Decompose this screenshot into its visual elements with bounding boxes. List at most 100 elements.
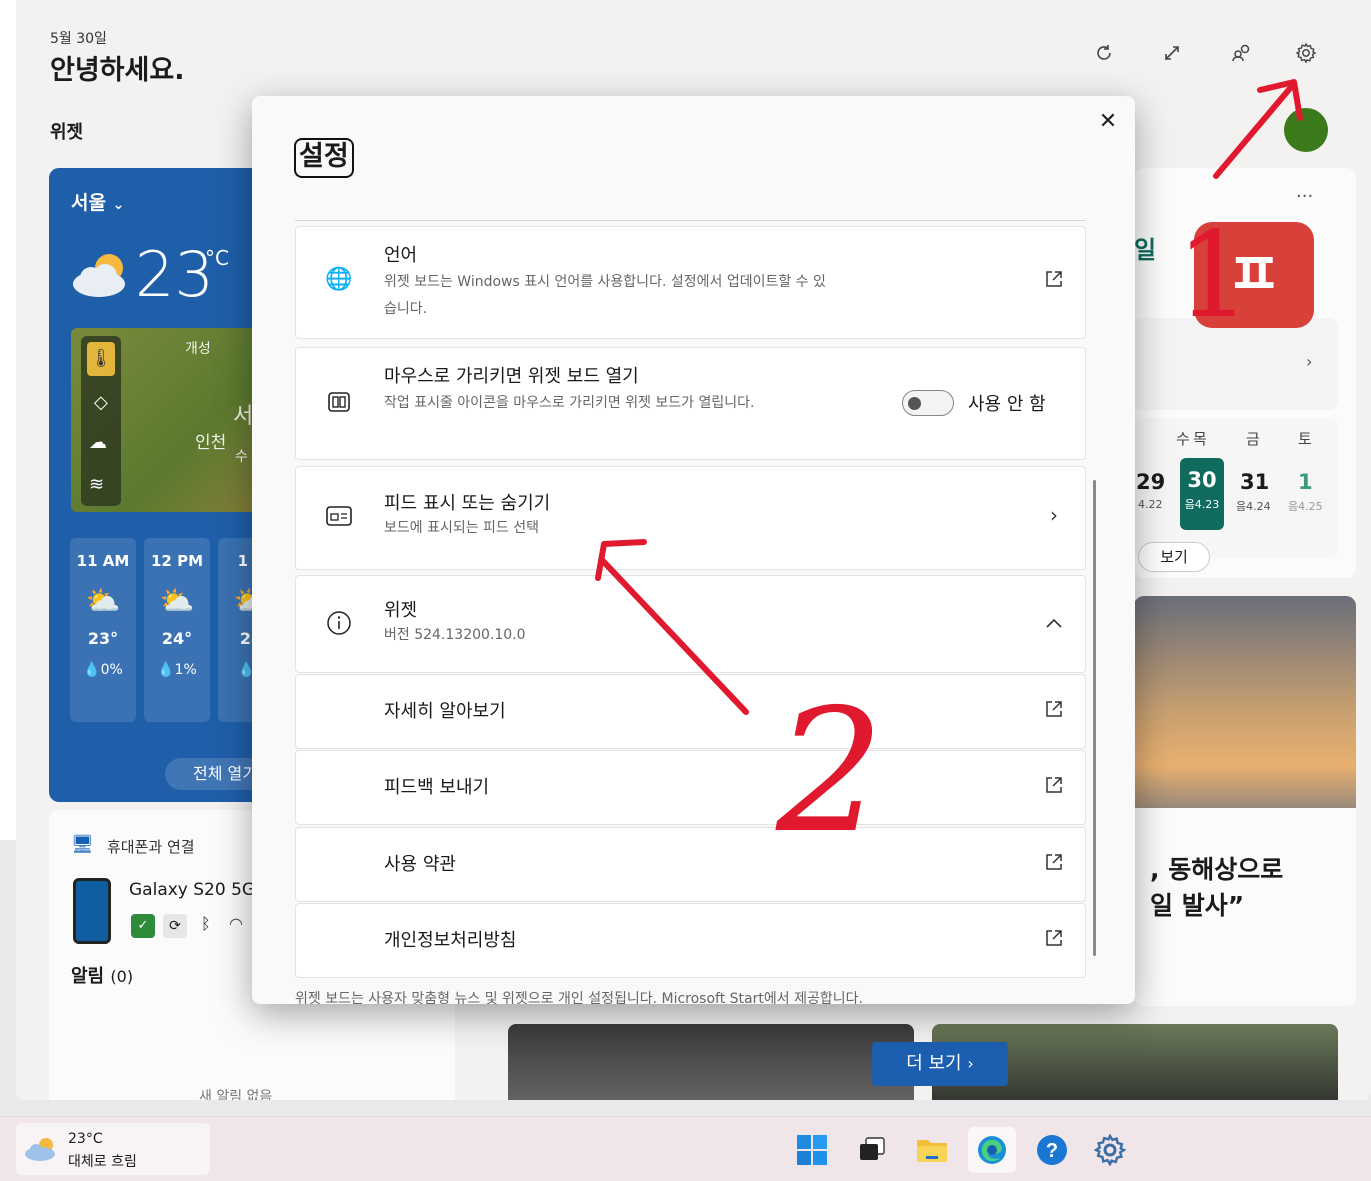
app-icon[interactable]: ㅍ (1194, 222, 1314, 328)
more-options-icon[interactable]: ··· (1296, 186, 1313, 207)
setting-title: 개인정보처리방침 (384, 930, 517, 951)
weather-unit: °C (205, 246, 229, 270)
map-label: 서 (233, 404, 254, 429)
refresh-icon[interactable] (1090, 42, 1118, 70)
board-date: 5월 30일 (50, 31, 107, 47)
hour-temp: 23° (87, 629, 119, 648)
close-icon[interactable]: ✕ (1094, 108, 1122, 136)
day-of-week: 수 (1176, 430, 1190, 448)
taskbar: 23°C 대체로 흐림 ? (0, 1116, 1371, 1181)
gear-icon[interactable] (1292, 42, 1320, 70)
wind-icon[interactable]: ≋ (89, 474, 104, 495)
cloudy-icon (69, 248, 131, 304)
terms-link[interactable]: 사용 약관 (295, 827, 1086, 902)
calendar-partial-title: 일 (1134, 236, 1157, 264)
send-feedback-link[interactable]: 피드백 보내기 (295, 750, 1086, 825)
avatar[interactable] (1284, 108, 1328, 152)
map-layer-panel: 🌡 ◇ ☁ ≋ (81, 336, 121, 506)
setting-title: 언어 (384, 245, 418, 266)
setting-desc: 위젯 보드는 Windows 표시 언어를 사용합니다. 설정에서 업데이트할 … (384, 274, 826, 317)
hour-time: 11 AM (76, 552, 130, 570)
open-external-icon[interactable] (1040, 775, 1068, 800)
chevron-up-icon[interactable] (1040, 610, 1068, 634)
hover-open-setting: 마우스로 가리키면 위젯 보드 열기 작업 표시줄 아이콘을 마우스로 가리키면… (295, 347, 1086, 460)
alerts-label: 알림 (0) (71, 966, 134, 987)
taskbar-weather[interactable]: 23°C 대체로 흐림 (16, 1123, 210, 1175)
open-external-icon[interactable] (1040, 852, 1068, 877)
version-text: 버전 524.13200.10.0 (384, 627, 526, 643)
scrollbar[interactable] (1093, 480, 1096, 956)
chevron-right-icon[interactable]: › (1306, 352, 1312, 371)
phone-device-name: Galaxy S20 5G (129, 880, 256, 900)
calendar-day[interactable]: 29 (1136, 470, 1165, 494)
widgets-about-section[interactable]: 위젯 버전 524.13200.10.0 (295, 575, 1086, 673)
weather-city[interactable]: 서울 ⌄ (71, 188, 124, 215)
news-headline: , 동해상으로 일 발사” (1150, 855, 1284, 920)
setting-desc: 보드에 표시되는 피드 선택 (384, 520, 540, 536)
privacy-link[interactable]: 개인정보처리방침 (295, 903, 1086, 978)
map-label: 수 (235, 449, 248, 465)
hour-time: 12 PM (150, 552, 204, 570)
feed-visibility-setting[interactable]: 피드 표시 또는 숨기기 보드에 표시되는 피드 선택 › (295, 466, 1086, 570)
phone-link-title: 휴대폰과 연결 (107, 838, 195, 856)
sync-icon[interactable]: ⟳ (163, 914, 187, 938)
wifi-icon: ◠ (229, 914, 243, 933)
hour-forecast[interactable]: 11 AM ⛅ 23° 💧0% (70, 538, 136, 722)
setting-title: 위젯 (384, 600, 418, 621)
edge-icon[interactable] (968, 1127, 1016, 1173)
calendar-more-button[interactable]: 보기 (1138, 542, 1210, 572)
day-of-week: 토 (1298, 430, 1312, 448)
cloudy-icon (24, 1135, 58, 1167)
windows-start-icon[interactable] (788, 1127, 836, 1173)
calendar-day[interactable]: 1 (1298, 470, 1313, 494)
hour-forecast[interactable]: 12 PM ⛅ 24° 💧1% (144, 538, 210, 722)
monitor-icon: 🖥 (71, 834, 94, 855)
open-external-icon[interactable] (1040, 699, 1068, 724)
map-label: 개성 (185, 341, 211, 357)
calendar-lunar: 4.22 (1138, 498, 1163, 511)
bluetooth-icon: ᛒ (201, 914, 211, 933)
learn-more-link[interactable]: 자세히 알아보기 (295, 674, 1086, 749)
setting-title: 사용 약관 (384, 854, 456, 875)
settings-icon[interactable] (1086, 1127, 1134, 1173)
setting-desc: 작업 표시줄 아이콘을 마우스로 가리키면 위젯 보드가 열립니다. (384, 395, 755, 411)
help-icon[interactable]: ? (1028, 1127, 1076, 1173)
settings-footer: 위젯 보드는 사용자 맞춤형 뉴스 및 위젯으로 개인 설정됩니다. Micro… (295, 991, 863, 1004)
widgets-section-title: 위젯 (50, 122, 84, 143)
thermometer-icon[interactable]: 🌡 (87, 342, 115, 376)
people-icon[interactable] (1228, 42, 1256, 70)
hover-toggle[interactable] (902, 390, 954, 416)
settings-title: 설정 (294, 138, 354, 178)
news-card[interactable]: , 동해상으로 일 발사” (1134, 596, 1356, 1006)
open-external-icon[interactable] (1040, 928, 1068, 953)
expand-icon[interactable] (1158, 42, 1186, 70)
setting-title: 피드백 보내기 (384, 777, 490, 798)
see-more-button[interactable]: 더 보기 › (872, 1042, 1008, 1086)
drop-icon[interactable]: ◇ (94, 392, 108, 413)
calendar-day[interactable]: 31 (1240, 470, 1269, 494)
connected-check-icon: ✓ (131, 914, 155, 938)
divider (295, 220, 1086, 221)
day-of-week: 목 (1193, 430, 1207, 448)
board-layout-icon (324, 390, 354, 420)
language-icon: 🌐 (325, 267, 353, 292)
news-image (1134, 596, 1356, 808)
news-image-card[interactable] (508, 1024, 914, 1100)
calendar-day: 30 (1187, 468, 1217, 492)
feed-icon (324, 505, 354, 533)
chevron-right-icon[interactable]: › (1040, 503, 1068, 527)
hour-precip: 💧0% (83, 662, 123, 678)
calendar-today[interactable]: 30 음4.23 (1180, 458, 1224, 530)
cloud-icon[interactable]: ☁ (89, 432, 107, 453)
task-view-icon[interactable] (848, 1127, 896, 1173)
partly-cloudy-icon: ⛅ (159, 584, 195, 617)
map-label: 인천 (195, 433, 227, 453)
language-setting[interactable]: 🌐 언어 위젯 보드는 Windows 표시 언어를 사용합니다. 설정에서 업… (295, 226, 1086, 339)
open-external-icon[interactable] (1040, 269, 1068, 294)
no-alerts-text: 새 알림 없음 (199, 1089, 273, 1100)
board-greeting: 안녕하세요. (50, 55, 185, 86)
calendar-lunar: 음4.23 (1184, 498, 1220, 511)
taskbar-temp: 23°C (68, 1131, 103, 1147)
settings-dialog: 설정 ✕ 🌐 언어 위젯 보드는 Windows 표시 언어를 사용합니다. 설… (252, 96, 1135, 1004)
file-explorer-icon[interactable] (908, 1127, 956, 1173)
